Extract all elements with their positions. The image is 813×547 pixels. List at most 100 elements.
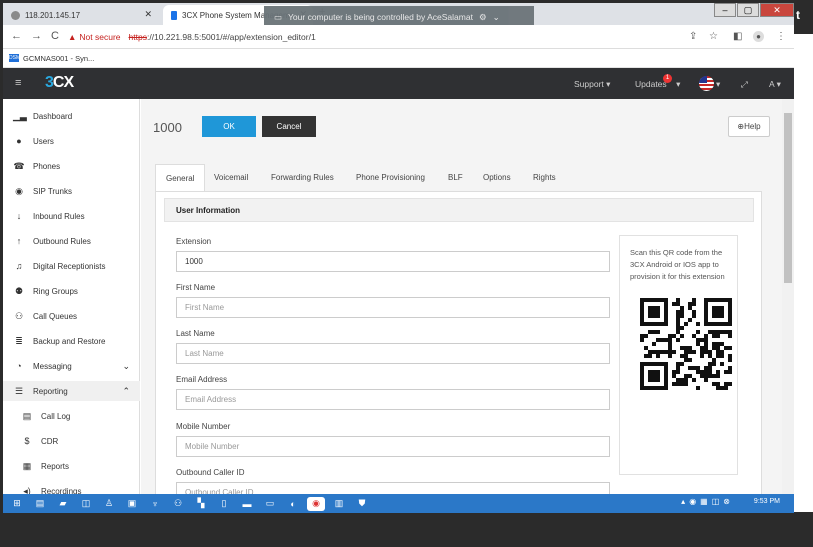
tab-label: Voicemail (214, 172, 249, 182)
sidebar-item-reporting[interactable]: ☰ Reporting ⌃ (3, 381, 140, 401)
first-name-field[interactable]: First Name (176, 297, 610, 318)
explorer-icon[interactable]: ▤ (31, 497, 49, 511)
chevron-up-icon[interactable]: ⌃ (122, 386, 130, 397)
background-window (794, 34, 813, 512)
terminal-icon[interactable]: ▬ (238, 497, 256, 511)
extension-field[interactable]: 1000 (176, 251, 610, 272)
close-window-icon[interactable]: ✕ (760, 3, 794, 17)
us-flag-icon[interactable] (699, 76, 714, 91)
tab-forwarding-rules[interactable]: Forwarding Rules (261, 164, 344, 190)
chart-app-icon[interactable]: ▥ (330, 497, 348, 511)
chevron-down-icon[interactable]: ⌄ (122, 361, 130, 372)
sidepanel-icon[interactable]: ◧ (733, 31, 742, 42)
system-tray[interactable]: ▴◉▦◫⊗ (681, 497, 734, 506)
menu-kebab-icon[interactable]: ⋮ (776, 31, 786, 42)
sidebar-item-label: Ring Groups (33, 286, 78, 296)
updates-label: Updates (635, 79, 667, 89)
tab-rights[interactable]: Rights (523, 164, 566, 190)
scrollbar-thumb[interactable] (784, 113, 792, 283)
chevron-down-icon[interactable]: ⌄ (493, 12, 500, 23)
app-icon[interactable]: ▚ (192, 497, 210, 511)
language-chevron-icon[interactable]: ▾ (716, 79, 720, 90)
share-icon[interactable]: ⇪ (689, 31, 697, 42)
bookmark-item[interactable]: GCMNAS001 - Syn... (23, 54, 94, 63)
trophy-icon[interactable]: ♆ (146, 497, 164, 511)
edge-icon[interactable]: ◐ (284, 497, 302, 511)
back-icon[interactable]: ← (11, 30, 22, 42)
sidebar-item-phones[interactable]: ☎ Phones (3, 156, 140, 176)
sidebar-item-digital-receptionists[interactable]: ♫ Digital Receptionists (3, 256, 140, 276)
vertical-scrollbar[interactable] (782, 99, 794, 497)
sidebar-item-reports[interactable]: ▦ Reports (3, 456, 140, 476)
tab-label: BLF (448, 172, 463, 182)
window-controls: – ▢ ✕ (713, 3, 794, 19)
sidebar-item-sip-trunks[interactable]: ◉ SIP Trunks (3, 181, 140, 201)
sidebar-item-users[interactable]: ● Users (3, 131, 140, 151)
user-icon: ● (16, 136, 22, 146)
sidebar: ▁▃ Dashboard ● Users ☎ Phones ◉ SIP Trunks ↓… (3, 99, 140, 497)
minimize-icon[interactable]: – (714, 3, 736, 17)
shield-icon[interactable]: ⛊ (353, 497, 371, 511)
ok-button[interactable]: OK (202, 116, 256, 137)
tool-icon[interactable]: ▣ (123, 497, 141, 511)
notes-icon[interactable]: ▭ (261, 497, 279, 511)
reload-icon[interactable]: C (51, 30, 59, 42)
document-icon[interactable]: ▯ (215, 497, 233, 511)
help-button[interactable]: ⊕ Help (728, 116, 770, 137)
log-icon: ▤ (22, 410, 32, 421)
sidebar-item-outbound-rules[interactable]: ↑ Outbound Rules (3, 231, 140, 251)
dollar-icon: $ (24, 436, 30, 446)
last-name-field[interactable]: Last Name (176, 343, 610, 364)
editor-tabs: General Voicemail Forwarding Rules Phone… (155, 164, 765, 192)
sidebar-item-label: Digital Receptionists (33, 261, 106, 271)
warning-icon: ▲ (68, 32, 77, 42)
hamburger-menu-icon[interactable]: ≡ (15, 77, 21, 89)
url-field[interactable]: ▲ Not secure https ://10.221.98.5:5001/#… (68, 29, 498, 45)
people-icon[interactable]: ⚇ (169, 497, 187, 511)
sidebar-item-call-queues[interactable]: ⚇ Call Queues (3, 306, 140, 326)
browser-tab-remote[interactable]: 118.201.145.17 ✕ (3, 5, 158, 25)
sidebar-item-label: Reporting (33, 386, 68, 396)
user-menu[interactable]: A ▾ (769, 79, 781, 90)
mobile-field[interactable]: Mobile Number (176, 436, 610, 457)
sidebar-item-label: Inbound Rules (33, 211, 85, 221)
sidebar-item-label: Call Queues (33, 311, 78, 321)
fullscreen-icon[interactable]: ⤢ (741, 79, 748, 90)
url-path: ://10.221.98.5:5001/#/app/extension_edit… (146, 32, 316, 42)
bookmark-star-icon[interactable]: ☆ (709, 31, 718, 42)
windows-taskbar: ⊞ ▤ ▰ ◫ ♙ ▣ ♆ ⚇ ▚ ▯ ▬ ▭ ◐ ◉ ▥ ⛊ ▴◉▦◫⊗ 9:… (3, 494, 794, 513)
tab-label: Options (483, 172, 511, 182)
chrome-icon[interactable]: ◉ (307, 496, 325, 511)
phone-icon: ☎ (13, 160, 25, 171)
sidebar-item-inbound-rules[interactable]: ↓ Inbound Rules (3, 206, 140, 226)
support-menu[interactable]: Support ▾ (574, 79, 610, 90)
sidebar-item-call-log[interactable]: ▤ Call Log (3, 406, 140, 426)
gear-icon[interactable]: ⚙ (479, 12, 487, 23)
sidebar-item-backup-restore[interactable]: ≣ Backup and Restore (3, 331, 140, 351)
maximize-icon[interactable]: ▢ (737, 3, 759, 17)
tab-voicemail[interactable]: Voicemail (204, 164, 258, 190)
sidebar-item-label: Dashboard (33, 111, 73, 121)
cancel-button[interactable]: Cancel (262, 116, 316, 137)
profile-avatar-icon[interactable]: ● (753, 31, 764, 42)
tab-options[interactable]: Options (473, 164, 521, 190)
sidebar-item-dashboard[interactable]: ▁▃ Dashboard (3, 106, 140, 126)
sidebar-item-label: Messaging (33, 361, 72, 371)
email-field[interactable]: Email Address (176, 389, 610, 410)
tab-blf[interactable]: BLF (438, 164, 473, 190)
user-app-icon[interactable]: ♙ (100, 497, 118, 511)
sidebar-item-messaging[interactable]: ◔ Messaging ⌄ (3, 356, 140, 376)
sidebar-item-label: Reports (41, 461, 70, 471)
tab-label: Phone Provisioning (356, 172, 425, 182)
forward-icon[interactable]: → (31, 30, 42, 42)
sidebar-item-cdr[interactable]: $ CDR (3, 431, 140, 451)
close-tab-icon[interactable]: ✕ (144, 9, 152, 20)
qr-instructions: Scan this QR code from the 3CX Android o… (630, 248, 725, 281)
sidebar-item-ring-groups[interactable]: ⚉ Ring Groups (3, 281, 140, 301)
updates-menu[interactable]: Updates ▾ (635, 79, 680, 90)
start-icon[interactable]: ⊞ (8, 497, 26, 511)
folder-icon[interactable]: ▰ (54, 497, 72, 511)
tab-general[interactable]: General (155, 164, 206, 192)
network-icon[interactable]: ◫ (77, 497, 95, 511)
tab-phone-provisioning[interactable]: Phone Provisioning (346, 164, 435, 190)
